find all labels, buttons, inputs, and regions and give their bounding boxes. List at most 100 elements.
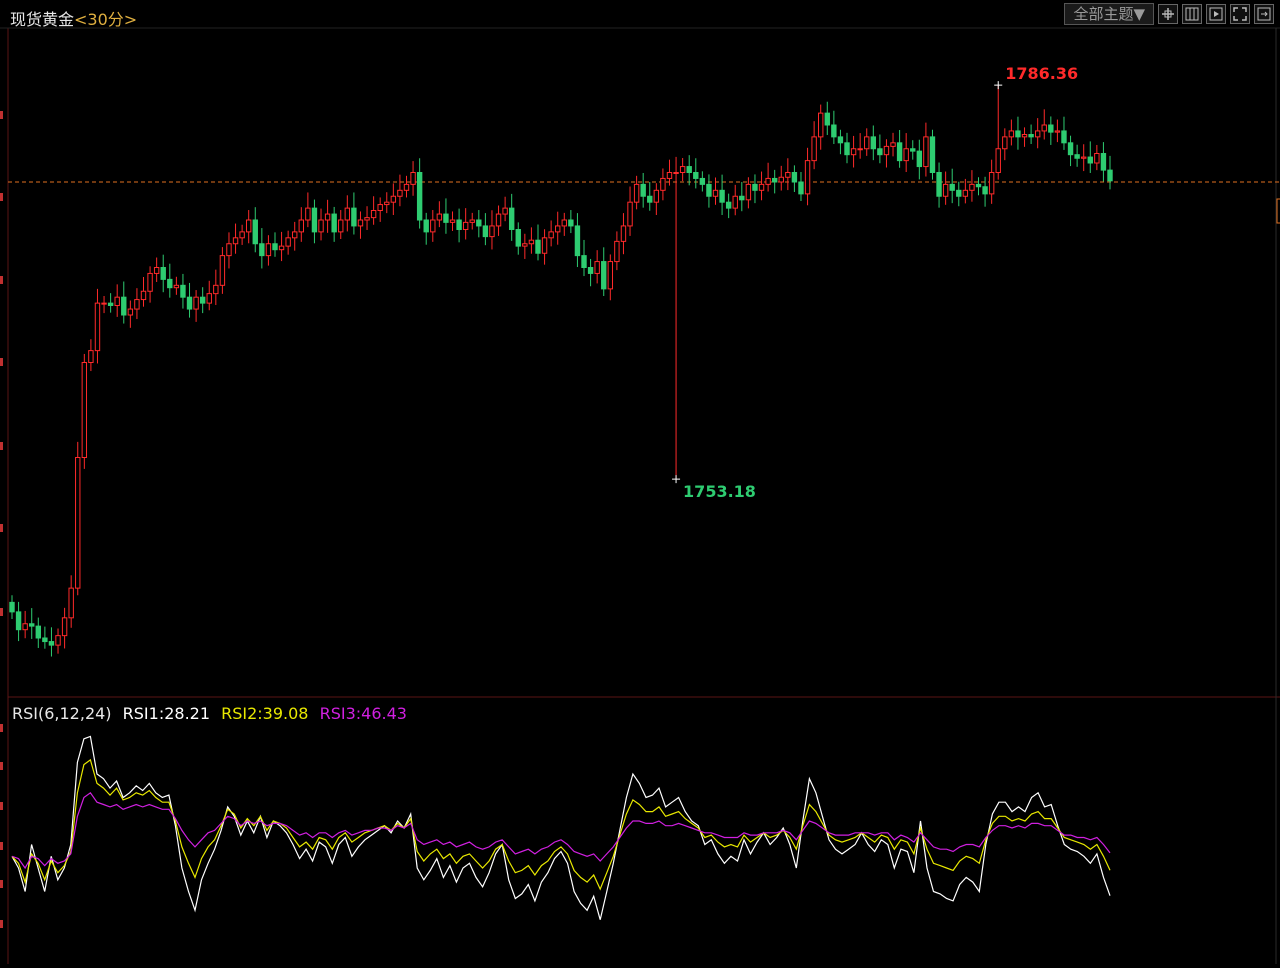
rsi-params: RSI(6,12,24) xyxy=(12,704,112,723)
candle-down xyxy=(693,172,699,179)
candle-up xyxy=(804,160,811,195)
price-axis-tick xyxy=(0,111,3,119)
candle-down xyxy=(199,296,206,304)
play-icon[interactable] xyxy=(1206,4,1226,24)
candle-down xyxy=(535,239,541,254)
candle-up xyxy=(785,172,791,178)
candle-up xyxy=(232,237,239,245)
candle-up xyxy=(344,207,351,221)
candle-up xyxy=(153,267,160,274)
candle-up xyxy=(61,617,68,637)
annotation-marker xyxy=(672,475,681,484)
candle-down xyxy=(35,625,41,639)
candle-up xyxy=(666,172,673,179)
candle-down xyxy=(1028,134,1034,138)
candle-up xyxy=(390,195,397,203)
candle-down xyxy=(160,267,166,280)
candle-down xyxy=(186,296,193,310)
chart-frame xyxy=(0,27,1280,964)
candle-up xyxy=(81,362,88,458)
candle-up xyxy=(660,177,666,191)
candle-up xyxy=(278,245,285,251)
candle-down xyxy=(1100,153,1107,171)
candle-down xyxy=(1107,169,1113,182)
candle-up xyxy=(101,302,107,305)
candle-down xyxy=(877,148,883,156)
candle-up xyxy=(265,243,272,257)
candle-up xyxy=(384,201,390,206)
candle-up xyxy=(134,299,140,310)
candle-up xyxy=(173,284,180,289)
candle-down xyxy=(686,166,692,173)
candle-up xyxy=(403,183,410,191)
candle-down xyxy=(929,136,936,173)
candle-up xyxy=(239,231,245,239)
candle-up xyxy=(732,195,738,209)
candle-up xyxy=(193,296,199,310)
candle-down xyxy=(568,219,574,227)
candle-down xyxy=(272,243,278,251)
candle-down xyxy=(416,172,423,221)
candle-up xyxy=(594,261,600,274)
candle-up xyxy=(285,237,291,247)
candle-up xyxy=(462,221,469,230)
candle-down xyxy=(1061,130,1067,144)
crosshair-icon[interactable] xyxy=(1158,4,1178,24)
candle-up xyxy=(495,213,502,227)
candle-down xyxy=(916,150,923,168)
candle-down xyxy=(699,177,706,185)
candle-up xyxy=(449,219,456,223)
candle-down xyxy=(910,148,916,152)
theme-dropdown[interactable]: 全部主题▼ xyxy=(1064,3,1154,25)
chart-canvas[interactable]: 1786.36 1753.18 xyxy=(0,0,1280,964)
candle-up xyxy=(377,204,383,211)
candle-up xyxy=(883,145,890,156)
candle-down xyxy=(647,195,653,203)
candle-up xyxy=(502,207,508,215)
candle-down xyxy=(739,195,745,201)
candle-up xyxy=(55,635,61,646)
candle-up xyxy=(561,219,567,227)
rsi2-line xyxy=(11,758,1111,891)
candle-up xyxy=(140,290,147,301)
rsi3-value: RSI3:46.43 xyxy=(319,704,407,723)
candle-down xyxy=(982,186,988,195)
candle-up xyxy=(541,237,548,254)
candle-down xyxy=(844,142,850,156)
chart-stage: 1786.36 1753.18 现货黄金<30分> 全部主题▼ RSI(6,12,… xyxy=(0,0,1280,964)
candle-up xyxy=(469,219,475,223)
candle-up xyxy=(94,302,101,352)
candle-up xyxy=(903,148,909,162)
candle-up xyxy=(811,136,817,162)
candle-up xyxy=(923,136,929,168)
candle-down xyxy=(837,136,844,144)
candle-down xyxy=(791,172,798,183)
candle-up xyxy=(745,183,752,201)
rsi-legend: RSI(6,12,24) RSI1:28.21 RSI2:39.08 RSI3:… xyxy=(12,704,413,723)
candle-up xyxy=(679,166,686,173)
candle-down xyxy=(581,255,587,268)
candle-down xyxy=(831,124,837,138)
candle-down xyxy=(640,183,646,197)
candle-up xyxy=(68,587,74,619)
expand-icon[interactable] xyxy=(1254,4,1274,24)
candle-up xyxy=(75,457,81,589)
candle-up xyxy=(614,240,620,263)
period-selector[interactable]: <30分> xyxy=(74,10,137,29)
rsi1-value: RSI1:28.21 xyxy=(122,704,211,723)
candle-down xyxy=(949,183,955,191)
rsi-axis-tick xyxy=(0,842,3,850)
candle-up xyxy=(995,148,1001,173)
candle-up xyxy=(969,183,975,191)
candle-up xyxy=(114,296,120,306)
candle-down xyxy=(180,284,186,298)
instrument-title: 现货黄金<30分> xyxy=(10,6,137,30)
candle-up xyxy=(370,210,377,219)
fullscreen-icon[interactable] xyxy=(1230,4,1250,24)
candle-down xyxy=(601,261,607,290)
window-icon[interactable] xyxy=(1182,4,1202,24)
candle-down xyxy=(456,219,462,230)
candle-up xyxy=(88,350,94,363)
candle-up xyxy=(489,225,495,238)
candle-down xyxy=(48,641,55,646)
